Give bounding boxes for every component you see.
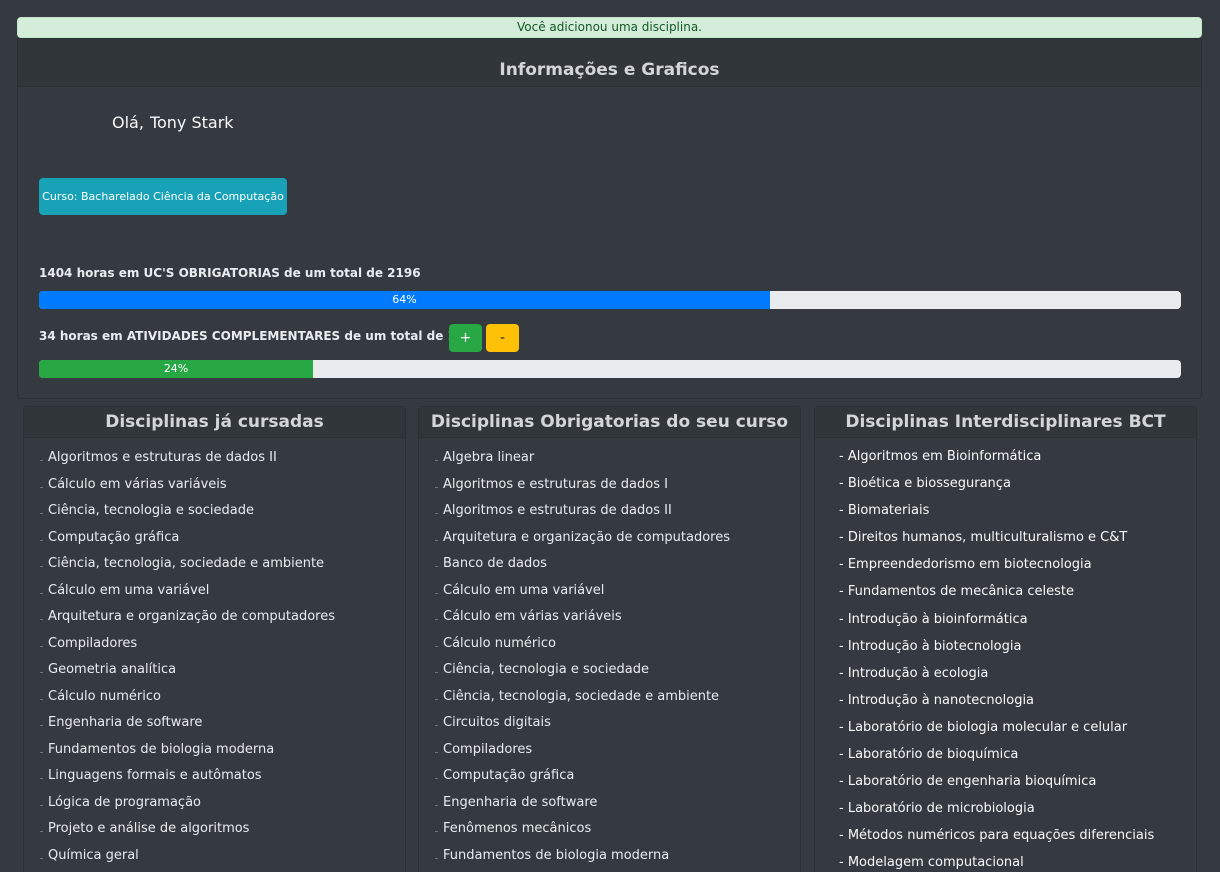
list-item: Algoritmos e estruturas de dados II: [40, 445, 405, 472]
interdisciplinary-courses-title: Disciplinas Interdisciplinares BCT: [815, 407, 1196, 438]
list-item: - Laboratório de biologia molecular e ce…: [839, 719, 1128, 735]
list-item: - Métodos numéricos para equações difere…: [839, 828, 1155, 844]
mandatory-courses-card: Disciplinas Obrigatorias do seu curso Al…: [418, 406, 801, 872]
list-item: - Fundamentos de mecânica celeste: [839, 584, 1075, 600]
list-item: Cálculo em uma variável: [40, 578, 405, 605]
list-item: Lógica de programação: [40, 790, 405, 817]
list-item: Geometria analítica: [40, 657, 405, 684]
list-item: - Empreendedorismo em biotecnologia: [839, 557, 1092, 573]
list-item: Arquitetura e organização de computadore…: [40, 604, 405, 631]
completed-courses-card: Disciplinas já cursadas Algoritmos e est…: [23, 406, 406, 872]
list-item: Cálculo numérico: [435, 631, 800, 658]
list-item: - Laboratório de microbiologia: [839, 801, 1035, 817]
list-item: Algebra linear: [435, 445, 800, 472]
list-item: - Laboratório de bioquímica: [839, 747, 1019, 763]
list-item: Química geral: [40, 843, 405, 870]
list-item: Ciência, tecnologia, sociedade e ambient…: [435, 684, 800, 711]
mandatory-progress-fill: 64%: [39, 291, 770, 309]
add-hours-button[interactable]: +: [449, 324, 482, 352]
list-item: Engenharia de software: [435, 790, 800, 817]
list-item: Arquitetura e organização de computadore…: [435, 525, 800, 552]
list-item: - Introdução à nanotecnologia: [839, 692, 1035, 708]
list-item: Cálculo em várias variáveis: [40, 472, 405, 499]
list-item: Engenharia de software: [40, 710, 405, 737]
greeting-label: Olá,: [112, 113, 144, 132]
list-item: Circuitos digitais: [435, 710, 800, 737]
complementary-hours-label: 34 horas em ATIVIDADES COMPLEMENTARES de…: [39, 329, 473, 343]
list-item: - Introdução à ecologia: [839, 665, 989, 681]
list-item: Compiladores: [435, 737, 800, 764]
complementary-progress-bar: 24%: [39, 360, 1181, 378]
mandatory-hours-label: 1404 horas em UC'S OBRIGATORIAS de um to…: [39, 266, 421, 280]
list-item: Cálculo em várias variáveis: [435, 604, 800, 631]
list-item: - Laboratório de engenharia bioquímica: [839, 774, 1097, 790]
completed-courses-list: Algoritmos e estruturas de dados II Cálcu…: [24, 438, 405, 869]
mandatory-courses-list: Algebra linear Algoritmos e estruturas de…: [419, 438, 800, 869]
course-button[interactable]: Curso: Bacharelado Ciência da Computação: [39, 178, 287, 215]
info-card-title: Informações e Graficos: [18, 39, 1201, 87]
list-item: Computação gráfica: [435, 763, 800, 790]
list-item: Ciência, tecnologia e sociedade: [435, 657, 800, 684]
completed-courses-title: Disciplinas já cursadas: [24, 407, 405, 438]
list-item: Algoritmos e estruturas de dados I: [435, 472, 800, 499]
mandatory-progress-bar: 64%: [39, 291, 1181, 309]
interdisciplinary-courses-list: - Algoritmos em Bioinformática - Bioética…: [815, 438, 1196, 872]
list-item: Computação gráfica: [40, 525, 405, 552]
list-item: Ciência, tecnologia, sociedade e ambient…: [40, 551, 405, 578]
mandatory-courses-title: Disciplinas Obrigatorias do seu curso: [419, 407, 800, 438]
list-item: Linguagens formais e autômatos: [40, 763, 405, 790]
list-item: Compiladores: [40, 631, 405, 658]
list-item: Banco de dados: [435, 551, 800, 578]
list-item: Algoritmos e estruturas de dados II: [435, 498, 800, 525]
list-item: - Introdução à bioinformática: [839, 611, 1028, 627]
list-item: Ciência, tecnologia e sociedade: [40, 498, 405, 525]
list-item: Projeto e análise de algoritmos: [40, 816, 405, 843]
list-item: - Algoritmos em Bioinformática: [839, 449, 1042, 464]
list-item: - Bioética e biossegurança: [839, 476, 1011, 492]
list-item: - Modelagem computacional: [839, 855, 1024, 871]
user-name: Tony Stark: [149, 113, 234, 132]
list-item: Fundamentos de biologia moderna: [40, 737, 405, 764]
list-item: Fundamentos de biologia moderna: [435, 843, 800, 870]
success-alert: Você adicionou uma disciplina.: [17, 17, 1202, 38]
interdisciplinary-courses-card: Disciplinas Interdisciplinares BCT - Alg…: [814, 406, 1197, 872]
list-item: Cálculo numérico: [40, 684, 405, 711]
list-item: - Introdução à biotecnologia: [839, 638, 1022, 654]
list-item: - Direitos humanos, multiculturalismo e …: [839, 530, 1128, 546]
complementary-progress-fill: 24%: [39, 360, 314, 378]
list-item: - Biomateriais: [839, 503, 930, 519]
list-item: Cálculo em uma variável: [435, 578, 800, 605]
info-card: Informações e Graficos Olá, Tony Stark Cu…: [17, 38, 1202, 399]
remove-hours-button[interactable]: -: [486, 324, 519, 352]
greeting: Olá, Tony Stark: [112, 113, 234, 132]
list-item: Fenômenos mecânicos: [435, 816, 800, 843]
